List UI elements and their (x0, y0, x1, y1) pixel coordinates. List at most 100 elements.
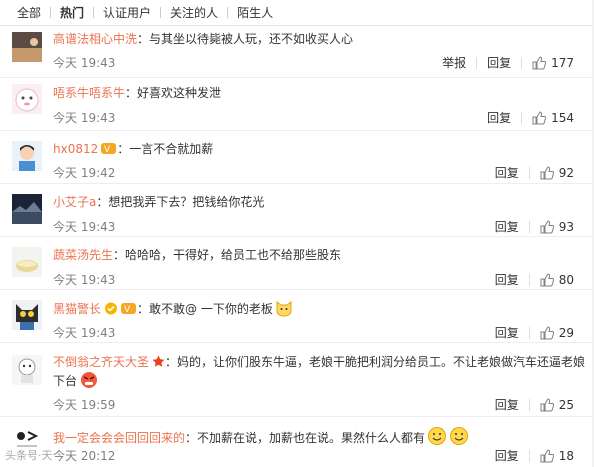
reply-button[interactable]: 回复 (495, 218, 519, 235)
thumbs-up-icon (540, 397, 554, 411)
username-link[interactable]: 唔系牛唔系牛 (53, 86, 125, 100)
smile-face-emoji-icon (428, 427, 447, 445)
star-badge-icon (152, 355, 165, 367)
like-count: 18 (558, 448, 574, 463)
comment-actions: 回复 154 (487, 109, 574, 126)
comment-item: 不倒翁之齐天大圣 ：妈的，让你们股东牛逼，老娘干脆把利润分给员工。不让老娘做汽车还… (0, 343, 594, 417)
comment-body: 不倒翁之齐天大圣 ：妈的，让你们股东牛逼，老娘干脆把利润分给员工。不让老娘做汽车还… (53, 353, 586, 390)
thumbs-up-icon (540, 448, 554, 462)
tab-strangers[interactable]: 陌生人 (228, 4, 282, 21)
cat-face-emoji-icon (276, 301, 292, 317)
reply-button[interactable]: 回复 (495, 324, 519, 341)
comment-body: 蔬菜汤先生：哈哈哈，干得好，给员工也不给那些股东 (53, 246, 586, 264)
username-link[interactable]: 小艾子a (53, 195, 96, 209)
smile-face-emoji-icon (450, 427, 469, 445)
username-link[interactable]: 蔬菜汤先生 (53, 248, 113, 262)
like-count: 92 (558, 165, 574, 180)
username-link[interactable]: 不倒翁之齐天大圣 (53, 355, 149, 369)
username-link[interactable]: hx0812 (53, 142, 98, 156)
like-button[interactable]: 18 (540, 449, 574, 463)
comment-item: 我一定会会会回回回来的：不加薪在说，加薪也在说。果然什么人都有 今天 20:12… (0, 417, 594, 467)
comment-actions: 回复 92 (495, 164, 574, 181)
like-button[interactable]: 92 (540, 166, 574, 180)
thumbs-up-icon (540, 219, 554, 233)
comment-item: hx0812 V ：一言不合就加薪 今天 19:42 回复 92 (0, 131, 594, 184)
like-count: 93 (558, 219, 574, 234)
like-button[interactable]: 93 (540, 220, 574, 234)
like-button[interactable]: 80 (540, 273, 574, 287)
comment-body: 小艾子a：想把我弄下去？把钱给你花光 (53, 193, 586, 211)
comment-time: 今天 19:42 (53, 166, 116, 180)
comment-actions: 回复 18 (495, 447, 574, 464)
like-button[interactable]: 177 (532, 56, 574, 70)
angry-face-emoji-icon (81, 372, 98, 388)
reply-button[interactable]: 回复 (495, 271, 519, 288)
tab-verified[interactable]: 认证用户 (94, 4, 160, 21)
action-divider (528, 449, 530, 462)
comment-actions: 回复 93 (495, 218, 574, 235)
reply-button[interactable]: 回复 (487, 54, 511, 71)
comment-actions: 回复 25 (495, 396, 574, 413)
comment-text: ：哈哈哈，干得好，给员工也不给那些股东 (113, 248, 342, 262)
comment-list: 高谱法相心中洗：与其坐以待毙被人玩，还不如收买人心 今天 19:43 举报 回复… (0, 27, 594, 467)
comment-actions: 回复 80 (495, 271, 574, 288)
action-divider (521, 111, 523, 124)
action-divider (528, 220, 530, 233)
reply-button[interactable]: 回复 (495, 447, 519, 464)
thumbs-up-icon (532, 55, 547, 69)
thumbs-up-icon (540, 272, 554, 286)
reply-button[interactable]: 回复 (495, 164, 519, 181)
reply-button[interactable]: 回复 (495, 396, 519, 413)
username-link[interactable]: 高谱法相心中洗 (53, 32, 137, 46)
comment-time: 今天 19:43 (53, 111, 116, 125)
like-button[interactable]: 29 (540, 326, 574, 340)
avatar[interactable] (12, 355, 42, 385)
like-count: 29 (558, 325, 574, 340)
member-badge-icon: V (121, 303, 137, 315)
member-badge-icon: V (101, 143, 117, 155)
tab-following[interactable]: 关注的人 (161, 4, 227, 21)
comment-text: ：与其坐以待毙被人玩，还不如收买人心 (137, 32, 354, 46)
comment-item: 小艾子a：想把我弄下去？把钱给你花光 今天 19:43 回复 93 (0, 184, 594, 237)
avatar[interactable] (12, 247, 42, 277)
comment-body: 唔系牛唔系牛：好喜欢这种发泄 (53, 84, 586, 102)
comment-time: 今天 19:43 (53, 326, 116, 340)
reply-button[interactable]: 回复 (487, 109, 511, 126)
svg-text:V: V (104, 145, 111, 155)
avatar[interactable] (12, 141, 42, 171)
thumbs-up-icon (540, 325, 554, 339)
comment-time: 今天 19:43 (53, 273, 116, 287)
comment-body: 我一定会会会回回回来的：不加薪在说，加薪也在说。果然什么人都有 (53, 426, 586, 447)
comment-body: 高谱法相心中洗：与其坐以待毙被人玩，还不如收买人心 (53, 30, 586, 48)
action-divider (528, 166, 530, 179)
tab-hot[interactable]: 热门 (51, 4, 93, 21)
like-count: 25 (558, 397, 574, 412)
like-button[interactable]: 154 (532, 111, 574, 125)
avatar[interactable] (12, 300, 42, 330)
comment-body: 黑猫警长 V ：敢不敢@ 一下你的老板 (53, 299, 586, 318)
thumbs-up-icon (540, 165, 554, 179)
username-link[interactable]: 黑猫警长 (53, 302, 101, 316)
svg-text:V: V (124, 305, 131, 315)
report-button[interactable]: 举报 (442, 54, 466, 71)
avatar[interactable] (12, 84, 42, 114)
comment-text: ：想把我弄下去？把钱给你花光 (96, 195, 265, 209)
action-divider (528, 398, 530, 411)
avatar[interactable] (12, 32, 42, 62)
username-link[interactable]: 我一定会会会回回回来的 (53, 431, 185, 445)
comment-filter-tabs: 全部 热门 认证用户 关注的人 陌生人 (0, 0, 594, 26)
comment-actions: 回复 29 (495, 324, 574, 341)
comment-time: 今天 19:43 (53, 56, 116, 70)
action-divider (528, 273, 530, 286)
comment-body: hx0812 V ：一言不合就加薪 (53, 140, 586, 158)
avatar[interactable] (12, 194, 42, 224)
like-count: 154 (551, 110, 574, 125)
thumbs-up-icon (532, 110, 547, 124)
comment-item: 高谱法相心中洗：与其坐以待毙被人玩，还不如收买人心 今天 19:43 举报 回复… (0, 27, 594, 78)
tab-all[interactable]: 全部 (8, 4, 50, 21)
like-count: 177 (551, 55, 574, 70)
action-divider (528, 326, 530, 339)
watermark: 头条号·天 (5, 449, 53, 462)
like-button[interactable]: 25 (540, 398, 574, 412)
comment-text: ：敢不敢@ 一下你的老板 (137, 302, 273, 316)
